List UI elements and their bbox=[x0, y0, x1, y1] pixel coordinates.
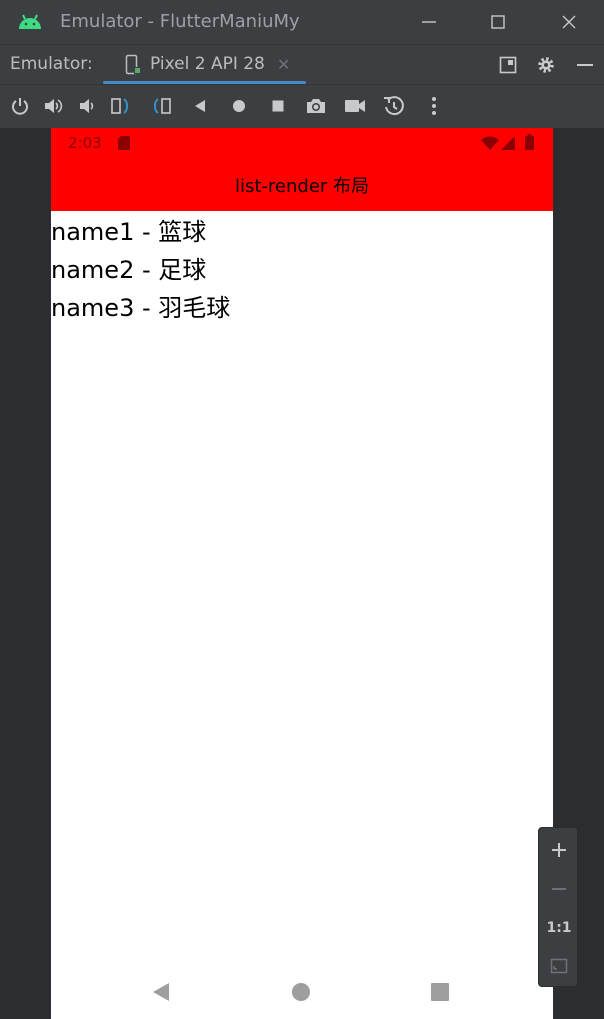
maximize-button[interactable] bbox=[483, 8, 513, 36]
volume-up-button[interactable] bbox=[42, 95, 64, 117]
device-screen[interactable]: 2:03 list-render 布局 name1 - 篮球 name2 - 足… bbox=[51, 128, 553, 1019]
hide-button[interactable] bbox=[572, 53, 598, 77]
hide-icon bbox=[577, 64, 593, 66]
power-icon bbox=[12, 98, 28, 115]
emulator-label: Emulator: bbox=[10, 54, 93, 74]
device-icon bbox=[125, 54, 140, 75]
settings-button[interactable] bbox=[533, 53, 559, 77]
fit-screen-icon bbox=[550, 958, 568, 974]
video-icon bbox=[345, 100, 365, 112]
rotate-right-button[interactable] bbox=[150, 95, 172, 117]
wifi-icon bbox=[481, 136, 499, 150]
home-icon bbox=[233, 100, 245, 112]
overview-button[interactable] bbox=[267, 95, 289, 117]
more-button[interactable] bbox=[423, 95, 445, 117]
rotate-left-icon bbox=[111, 98, 129, 114]
nav-back-button[interactable] bbox=[150, 981, 172, 1003]
close-button[interactable] bbox=[554, 8, 584, 36]
status-time: 2:03 bbox=[68, 134, 102, 152]
zoom-out-button[interactable] bbox=[539, 871, 579, 907]
nav-back-icon bbox=[153, 983, 169, 1001]
nav-home-button[interactable] bbox=[290, 981, 312, 1003]
volume-up-icon bbox=[45, 99, 63, 113]
navigation-bar bbox=[51, 964, 553, 1019]
emulator-tabbar: Emulator: Pixel 2 API 28 ✕ bbox=[0, 44, 604, 84]
snapshot-icon bbox=[384, 96, 404, 116]
battery-icon bbox=[525, 134, 534, 150]
minimize-button[interactable] bbox=[414, 8, 444, 36]
overview-icon bbox=[272, 100, 284, 112]
zoom-out-icon bbox=[552, 888, 566, 890]
close-icon bbox=[562, 15, 576, 29]
android-icon bbox=[19, 14, 41, 29]
volume-down-icon bbox=[80, 99, 94, 113]
zoom-in-icon bbox=[552, 843, 566, 857]
rotate-left-button[interactable] bbox=[110, 95, 132, 117]
app-bar: list-render 布局 bbox=[51, 158, 553, 211]
device-tab-label: Pixel 2 API 28 bbox=[150, 54, 265, 74]
layout-button[interactable] bbox=[495, 53, 521, 77]
nav-recents-icon bbox=[431, 983, 449, 1001]
screenshot-button[interactable] bbox=[305, 95, 327, 117]
window-titlebar: Emulator - FlutterManiuMy bbox=[0, 0, 604, 44]
nav-home-icon bbox=[292, 983, 310, 1001]
signal-icon bbox=[501, 136, 515, 150]
home-button[interactable] bbox=[228, 95, 250, 117]
back-button[interactable] bbox=[189, 95, 211, 117]
list-item: name3 - 羽毛球 bbox=[51, 294, 231, 322]
maximize-icon bbox=[491, 15, 505, 29]
zoom-panel: 1:1 bbox=[538, 827, 578, 987]
minimize-icon bbox=[422, 21, 436, 23]
layout-icon bbox=[499, 56, 517, 74]
app-bar-title: list-render 布局 bbox=[234, 176, 370, 197]
nav-recents-button[interactable] bbox=[429, 981, 451, 1003]
fit-screen-button[interactable] bbox=[539, 948, 579, 984]
tab-close-icon[interactable]: ✕ bbox=[277, 55, 290, 74]
status-bar: 2:03 bbox=[51, 128, 553, 158]
gear-icon bbox=[538, 57, 554, 73]
sd-card-icon bbox=[118, 136, 130, 150]
power-button[interactable] bbox=[9, 95, 31, 117]
actual-size-button[interactable]: 1:1 bbox=[539, 910, 579, 946]
emulator-toolbar bbox=[0, 84, 604, 128]
window-title: Emulator - FlutterManiuMy bbox=[60, 11, 300, 32]
back-icon bbox=[195, 100, 205, 112]
record-button[interactable] bbox=[344, 95, 366, 117]
more-icon bbox=[432, 97, 436, 115]
camera-icon bbox=[307, 99, 325, 113]
list-item: name2 - 足球 bbox=[51, 256, 207, 284]
list-item: name1 - 篮球 bbox=[51, 218, 207, 246]
zoom-in-button[interactable] bbox=[539, 832, 579, 868]
tab-pixel-2-api-28[interactable]: Pixel 2 API 28 ✕ bbox=[103, 45, 306, 84]
volume-down-button[interactable] bbox=[76, 95, 98, 117]
item-list: name1 - 篮球 name2 - 足球 name3 - 羽毛球 bbox=[51, 213, 230, 327]
rotate-right-icon bbox=[153, 98, 171, 114]
snapshot-button[interactable] bbox=[383, 95, 405, 117]
actual-size-label: 1:1 bbox=[546, 920, 572, 936]
